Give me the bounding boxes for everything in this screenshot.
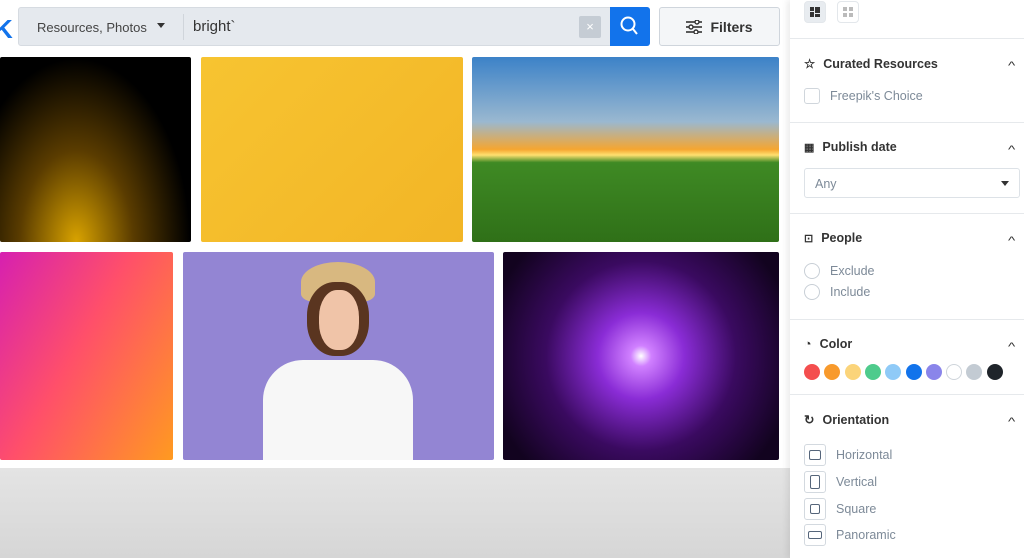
chevron-down-icon: [1001, 181, 1009, 186]
chevron-down-icon[interactable]: [157, 23, 165, 28]
grid-icon: [843, 7, 853, 17]
search-bar: Resources, Photos bright` ×: [18, 7, 650, 46]
resource-type-select[interactable]: Resources, Photos: [37, 20, 147, 35]
horizontal-option[interactable]: [804, 444, 826, 466]
image-golden-particles[interactable]: [0, 57, 191, 242]
image-yellow-texture[interactable]: [201, 57, 463, 242]
publish-date-select[interactable]: Any: [804, 168, 1020, 198]
color-swatch[interactable]: [966, 364, 983, 380]
orientation-header[interactable]: ↻ Orientation: [804, 412, 890, 428]
divider: [183, 14, 184, 40]
option-label: Horizontal: [836, 448, 893, 462]
clear-search-button[interactable]: ×: [579, 16, 601, 38]
chevron-up-icon[interactable]: ^: [1008, 60, 1015, 72]
search-input[interactable]: bright`: [193, 18, 236, 35]
divider: [790, 38, 1024, 39]
divider: [790, 319, 1024, 320]
panoramic-option[interactable]: [804, 524, 826, 546]
option-label: Panoramic: [836, 528, 896, 542]
color-swatch[interactable]: [946, 364, 963, 380]
divider: [790, 213, 1024, 214]
calendar-icon: ▦: [804, 141, 815, 154]
people-header[interactable]: ⊡ People: [804, 231, 862, 245]
image-pink-orange-gradient[interactable]: [0, 252, 173, 460]
section-title: Color: [819, 337, 853, 351]
color-swatch[interactable]: [925, 364, 942, 380]
image-surprised-woman[interactable]: [183, 252, 494, 460]
rotate-icon: ↻: [804, 413, 815, 427]
exclude-radio[interactable]: [804, 263, 820, 279]
section-title: Curated Resources: [823, 56, 938, 71]
masonry-icon: [810, 7, 820, 17]
square-option[interactable]: [804, 498, 826, 520]
person-icon: ⊡: [804, 232, 814, 245]
footer-area: [0, 468, 790, 558]
chevron-up-icon[interactable]: ^: [1008, 235, 1015, 247]
curated-header[interactable]: ☆ Curated Resources: [804, 56, 938, 72]
color-swatch[interactable]: [885, 364, 902, 380]
color-header[interactable]: ◔ Color: [804, 337, 852, 351]
color-swatch[interactable]: [844, 364, 861, 380]
radio-label: Include: [830, 285, 871, 299]
sliders-icon: [686, 19, 703, 34]
star-icon: ☆: [804, 57, 816, 71]
search-button[interactable]: [610, 7, 650, 46]
section-title: Orientation: [822, 412, 890, 427]
color-swatch[interactable]: [905, 364, 922, 380]
filters-button[interactable]: Filters: [659, 7, 780, 46]
radio-label: Exclude: [830, 264, 875, 278]
divider: [790, 394, 1024, 395]
chevron-up-icon[interactable]: ^: [1008, 341, 1015, 353]
select-value: Any: [815, 177, 837, 191]
color-swatch[interactable]: [986, 364, 1003, 380]
publish-date-header[interactable]: ▦ Publish date: [804, 140, 897, 154]
image-purple-lightspeed[interactable]: [503, 252, 779, 460]
freepiks-choice-checkbox[interactable]: [804, 88, 820, 104]
filter-sidebar: ☆ Curated Resources ^ Freepik's Choice ▦ P…: [790, 0, 1024, 558]
option-label: Square: [836, 502, 877, 516]
divider: [790, 122, 1024, 123]
search-icon: [620, 16, 638, 35]
grid-view-button[interactable]: [837, 1, 859, 23]
vertical-option[interactable]: [804, 471, 826, 493]
logo[interactable]: K: [0, 14, 13, 45]
option-label: Vertical: [836, 475, 877, 489]
section-title: People: [821, 231, 863, 245]
masonry-view-button[interactable]: [804, 1, 826, 23]
color-swatch[interactable]: [864, 364, 881, 380]
filters-label: Filters: [710, 18, 753, 35]
section-title: Publish date: [822, 140, 897, 154]
checkbox-label: Freepik's Choice: [830, 89, 923, 103]
results-area: K Resources, Photos bright` × Filters: [0, 0, 790, 558]
color-swatch[interactable]: [804, 364, 820, 380]
image-sunset-field[interactable]: [472, 57, 779, 242]
chevron-up-icon[interactable]: ^: [1008, 416, 1015, 428]
color-swatch[interactable]: [824, 364, 841, 380]
chevron-up-icon[interactable]: ^: [1008, 144, 1015, 156]
palette-icon: ◔: [804, 337, 812, 351]
include-radio[interactable]: [804, 284, 820, 300]
